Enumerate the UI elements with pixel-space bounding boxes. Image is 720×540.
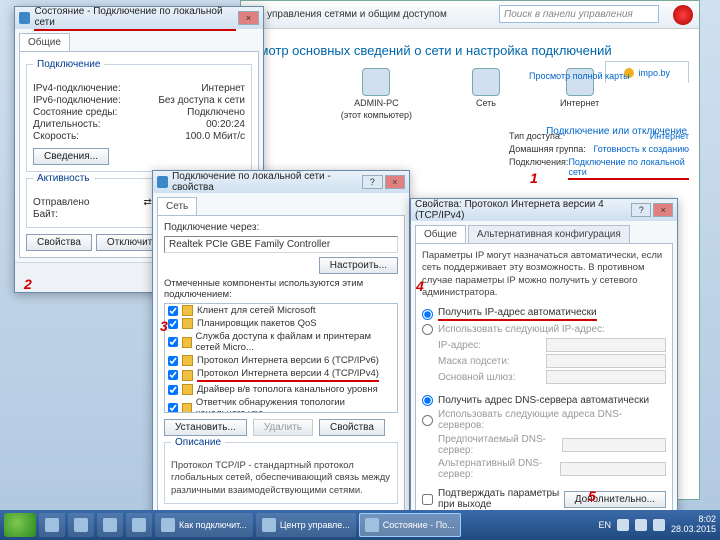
help-icon[interactable]: ? [631, 203, 651, 217]
network-house-icon [472, 68, 500, 96]
uninstall-button: Удалить [253, 419, 313, 436]
ipv4-tab-alt[interactable]: Альтернативная конфигурация [468, 225, 630, 243]
mask-field [546, 354, 666, 368]
props-title: Подключение по локальной сети - свойства [172, 171, 360, 193]
app-icon [262, 518, 276, 532]
advanced-button[interactable]: Дополнительно... [564, 491, 666, 508]
marker-4: 4 [416, 278, 424, 294]
app-icon [365, 518, 379, 532]
taskbar-pin[interactable] [126, 513, 152, 537]
lang-indicator[interactable]: EN [598, 520, 611, 530]
configure-button[interactable]: Настроить... [319, 257, 398, 274]
opera-icon [132, 518, 146, 532]
close-icon[interactable]: × [238, 11, 259, 25]
marker-3: 3 [160, 318, 168, 334]
taskbar-item[interactable]: Центр управле... [256, 513, 356, 537]
cp-connection-link[interactable]: Подключение по локальной сети [568, 157, 689, 180]
ipv4-tab-general[interactable]: Общие [415, 225, 466, 243]
taskbar-pin[interactable] [97, 513, 123, 537]
flag-icon[interactable] [617, 519, 629, 531]
marker-2: 2 [24, 276, 32, 292]
lan-properties-window: Подключение по локальной сети - свойства… [152, 170, 410, 540]
taskbar: Как подключит... Центр управле... Состоя… [0, 510, 720, 540]
activity-icon: ⇄ [143, 197, 151, 208]
status-title: Состояние - Подключение по локальной сет… [34, 6, 235, 31]
start-button[interactable] [4, 513, 36, 537]
marker-5: 5 [588, 488, 596, 504]
cp-breadcrumb: управления сетями и общим доступом [267, 9, 447, 20]
marker-1: 1 [530, 170, 538, 186]
component-icon [182, 355, 193, 366]
network-tray-icon[interactable] [635, 519, 647, 531]
component-icon [182, 403, 192, 414]
sound-icon[interactable] [653, 519, 665, 531]
taskbar-pin[interactable] [39, 513, 65, 537]
net-icon [157, 176, 168, 188]
explorer-icon [74, 518, 88, 532]
component-icon [182, 318, 193, 329]
clock[interactable]: 8:0228.03.2015 [671, 515, 716, 535]
cp-page-title: смотр основных сведений о сети и настрой… [253, 43, 687, 58]
ip-auto-radio[interactable] [422, 309, 433, 320]
cp-map-link[interactable]: Просмотр полной карты [529, 71, 689, 81]
pc-icon [362, 68, 390, 96]
ipv4-properties-window: Свойства: Протокол Интернета версии 4 (T… [410, 198, 678, 540]
dns-manual-radio[interactable] [422, 415, 433, 426]
dns1-field [562, 438, 666, 452]
component-icon [182, 370, 193, 381]
props-tab-network[interactable]: Сеть [157, 197, 197, 215]
media-icon [103, 518, 117, 532]
component-icon [182, 384, 193, 395]
close-icon[interactable]: × [653, 203, 673, 217]
validate-checkbox[interactable] [422, 494, 433, 505]
dns-auto-radio[interactable] [422, 395, 433, 406]
cp-node-pc: ADMIN-PC(этот компьютер) [341, 68, 412, 120]
opera-icon[interactable] [673, 5, 693, 25]
net-icon [19, 12, 30, 24]
close-icon[interactable]: × [385, 175, 406, 189]
adapter-field: Realtek PCIe GBE Family Controller [164, 236, 398, 253]
component-properties-button[interactable]: Свойства [319, 419, 385, 436]
cp-addressbar: управления сетями и общим доступом Поиск… [241, 1, 699, 29]
components-list[interactable]: Клиент для сетей Microsoft Планировщик п… [164, 303, 398, 413]
ip-manual-radio[interactable] [422, 324, 433, 335]
status-properties-button[interactable]: Свойства [26, 234, 92, 251]
ip-field [546, 338, 666, 352]
taskbar-item-active[interactable]: Состояние - По... [359, 513, 461, 537]
component-icon [182, 337, 192, 348]
status-details-button[interactable]: Сведения... [33, 148, 109, 165]
cp-node-net: Сеть [472, 68, 500, 120]
help-icon[interactable]: ? [362, 175, 383, 189]
gateway-field [546, 370, 666, 384]
install-button[interactable]: Установить... [164, 419, 247, 436]
taskbar-item[interactable]: Как подключит... [155, 513, 253, 537]
taskbar-pin[interactable] [68, 513, 94, 537]
app-icon [161, 518, 175, 532]
system-tray[interactable]: EN 8:0228.03.2015 [598, 515, 716, 535]
status-tab-general[interactable]: Общие [19, 33, 70, 51]
ie-icon [45, 518, 59, 532]
dns2-field [560, 462, 666, 476]
cp-search-input[interactable]: Поиск в панели управления [499, 5, 659, 23]
ipv4-title: Свойства: Протокол Интернета версии 4 (T… [415, 199, 629, 221]
component-icon [182, 305, 193, 316]
